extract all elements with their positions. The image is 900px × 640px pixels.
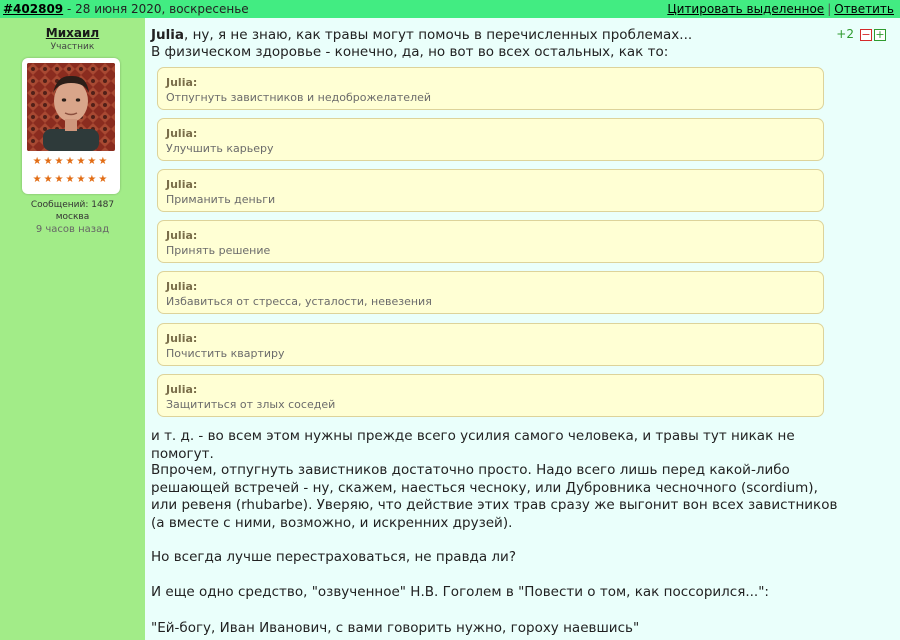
quote-text: Принять решение <box>166 244 271 257</box>
quote-block: Julia: Защититься от злых соседей <box>157 374 824 417</box>
quote-block: Julia: Отпугнуть завистников и недоброже… <box>157 67 824 110</box>
quote-text: Приманить деньги <box>166 193 276 206</box>
quote-block: Julia: Приманить деньги <box>157 169 824 212</box>
post-rating: +2− + <box>836 27 886 41</box>
quote-text: Отпугнуть завистников и недоброжелателей <box>166 91 432 104</box>
quote-block: Julia: Избавиться от стресса, усталости,… <box>157 271 824 314</box>
quote-block: Julia: Почистить квартиру <box>157 323 824 366</box>
avatar-portrait-icon <box>27 63 115 151</box>
quote-author: Julia: <box>166 178 198 191</box>
post-intro: Julia, ну, я не знаю, как травы могут по… <box>151 27 692 61</box>
post-paragraph: и т. д. - во всем этом нужны прежде всег… <box>151 428 795 462</box>
quote-text: Избавиться от стресса, усталости, невезе… <box>166 295 432 308</box>
author-message-count: Сообщений: 1487 <box>30 200 115 210</box>
post-actions: Цитировать выделенное | Ответить <box>667 0 894 18</box>
quote-block: Julia: Улучшить карьеру <box>157 118 824 161</box>
rate-plus-button[interactable]: + <box>874 28 886 41</box>
rating-score: +2 <box>836 27 854 41</box>
post-paragraph: И еще одно средство, "озвученное" Н.В. Г… <box>151 584 769 600</box>
quote-text: Защититься от злых соседей <box>166 398 336 411</box>
rank-stars-row1: ★★★★★★★ <box>32 156 110 167</box>
quote-author: Julia: <box>166 76 198 89</box>
post-content: Julia, ну, я не знаю, как травы могут по… <box>145 18 900 640</box>
post-date: - 28 июня 2020, воскресенье <box>63 2 249 16</box>
author-last-seen: 9 часов назад <box>35 224 110 235</box>
quote-author: Julia: <box>166 127 198 140</box>
avatar-card: ★★★★★★★ ★★★★★★★ <box>22 58 120 194</box>
quote-block: Julia: Принять решение <box>157 220 824 263</box>
quote-author: Julia: <box>166 332 198 345</box>
rate-minus-button[interactable]: − <box>860 28 872 41</box>
reply-link[interactable]: Ответить <box>834 2 894 16</box>
rank-stars-row2: ★★★★★★★ <box>32 174 110 185</box>
quote-selected-link[interactable]: Цитировать выделенное <box>667 2 824 16</box>
post-id-link[interactable]: #402809 <box>3 2 63 16</box>
quote-author: Julia: <box>166 280 198 293</box>
quote-author: Julia: <box>166 229 198 242</box>
intro-line-2: В физическом здоровье - конечно, да, но … <box>151 44 669 60</box>
quote-text: Улучшить карьеру <box>166 142 274 155</box>
post-paragraph: Но всегда лучше перестраховаться, не пра… <box>151 549 516 565</box>
addressee-name[interactable]: Julia <box>151 27 184 43</box>
post-header: #402809 - 28 июня 2020, воскресенье Цити… <box>0 0 900 18</box>
quote-text: Почистить квартиру <box>166 347 285 360</box>
post-paragraph: "Ей-богу, Иван Иванович, с вами говорить… <box>151 620 640 636</box>
author-sidebar: Михаил Участник ★★★★★★★ ★★★★★★★ Сообщени… <box>0 18 145 640</box>
author-role: Участник <box>50 42 95 52</box>
post-header-left: #402809 - 28 июня 2020, воскресенье <box>3 0 249 18</box>
post-paragraph: Впрочем, отпугнуть завистников достаточн… <box>151 462 838 531</box>
intro-line-1: , ну, я не знаю, как травы могут помочь … <box>184 27 693 43</box>
quote-author: Julia: <box>166 383 198 396</box>
avatar[interactable] <box>27 63 115 151</box>
author-city: москва <box>55 212 90 222</box>
author-name-link[interactable]: Михаил <box>0 26 145 40</box>
actions-separator: | <box>827 2 832 16</box>
